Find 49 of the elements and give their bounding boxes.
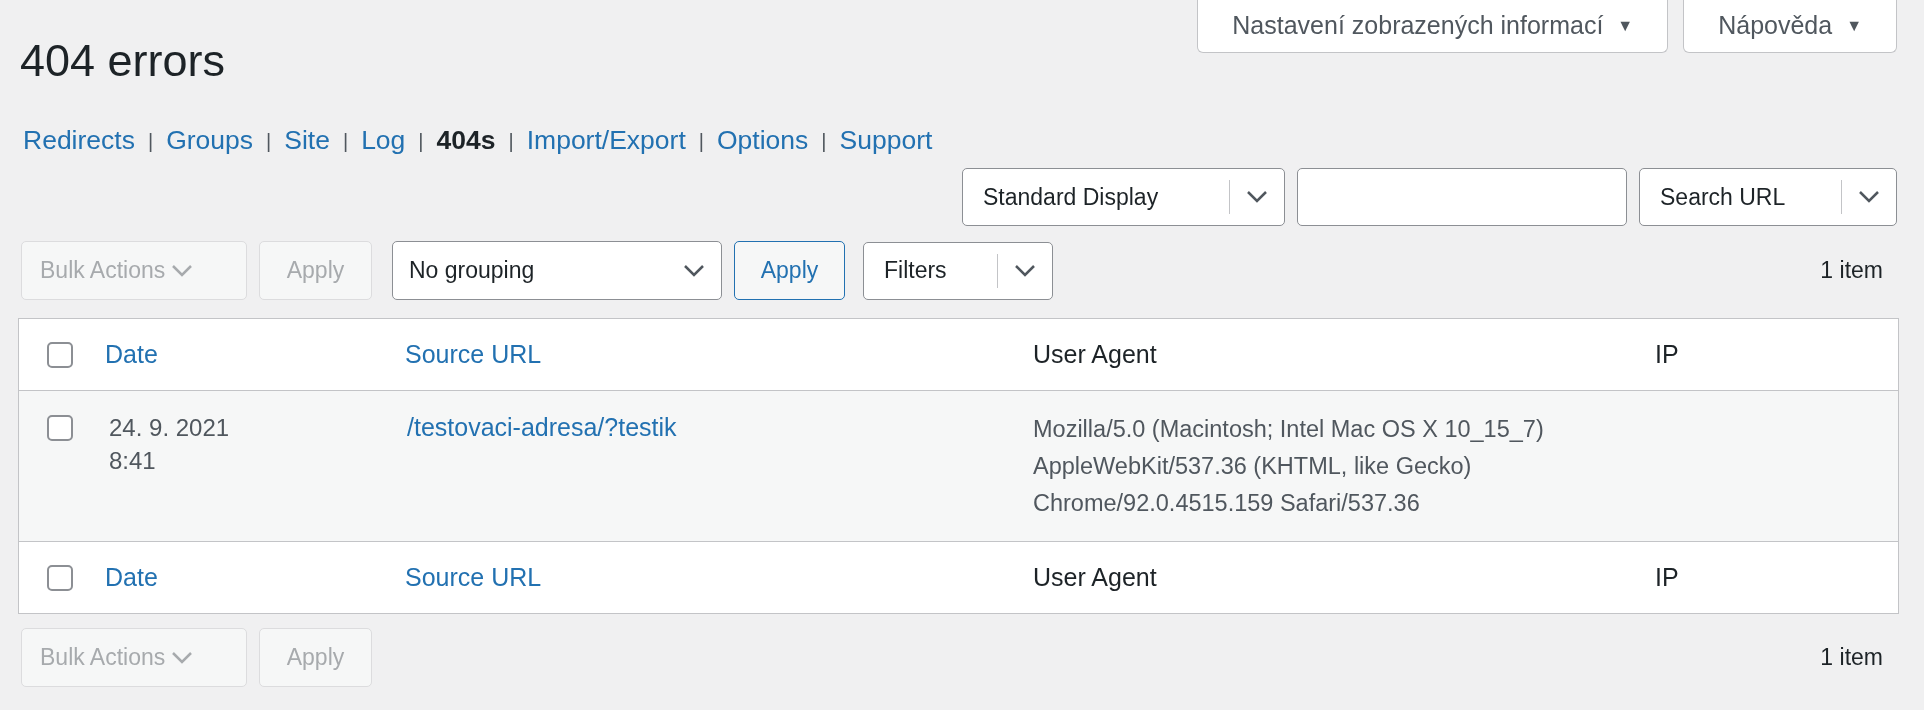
display-select[interactable]: Standard Display <box>962 168 1285 226</box>
nav-link[interactable]: Log <box>361 121 406 161</box>
nav-link[interactable]: Groups <box>166 121 254 161</box>
column-sort-link[interactable]: Source URL <box>405 562 542 591</box>
column-sort-link[interactable]: Date <box>105 562 158 591</box>
nav-link[interactable]: Import/Export <box>526 121 686 161</box>
column-sort-link[interactable]: Source URL <box>405 339 542 368</box>
nav-link[interactable]: Options <box>716 121 809 161</box>
column-header: IP <box>1655 339 1679 368</box>
chevron-down-icon <box>1858 190 1880 204</box>
separator: | <box>697 129 705 154</box>
user-agent-text: AppleWebKit/537.36 (KHTML, like Gecko) <box>1033 452 1473 481</box>
nav-link[interactable]: 404s <box>436 121 496 161</box>
checkbox[interactable] <box>47 341 73 368</box>
nav-link[interactable]: Site <box>284 121 330 161</box>
separator: | <box>146 129 155 154</box>
url-link[interactable]: /testovaci-adresa/?testik <box>407 413 677 441</box>
column-header: User Agent <box>1033 562 1157 591</box>
filters-select[interactable]: Filters <box>863 241 1053 300</box>
checkbox[interactable] <box>47 564 73 591</box>
apply-button[interactable]: Apply <box>734 241 845 300</box>
date-cell-text: 8:41 <box>109 446 157 476</box>
user-agent-text: Mozilla/5.0 (Macintosh; Intel Mac OS X 10_15_7) <box>1033 415 1545 444</box>
separator: | <box>341 129 350 154</box>
chevron-down-icon <box>171 650 194 665</box>
date-cell-text: 24. 9. 2021 <box>109 413 231 443</box>
separator: | <box>507 129 515 154</box>
nav-link[interactable]: Support <box>839 121 933 161</box>
page-title: 404 errors <box>20 36 226 86</box>
chevron-down-icon <box>171 263 194 278</box>
column-header: IP <box>1655 562 1679 591</box>
chevron-down-icon <box>683 263 705 278</box>
chevron-down-icon <box>1014 263 1036 278</box>
separator: | <box>417 129 425 154</box>
item-count: 1 item <box>1820 643 1883 673</box>
separator: | <box>265 129 273 154</box>
separator: | <box>820 129 828 154</box>
user-agent-text: Chrome/92.0.4515.159 Safari/537.36 <box>1033 489 1421 518</box>
checkbox[interactable] <box>47 415 73 441</box>
nav-link[interactable]: Redirects <box>23 121 135 161</box>
chevron-down-icon <box>1246 190 1268 204</box>
column-sort-link[interactable]: Date <box>105 339 158 368</box>
item-count: 1 item <box>1820 256 1883 286</box>
search-type-select[interactable]: Search URL <box>1639 168 1897 226</box>
screen-options-tab[interactable]: Nápověda ▼ <box>1683 0 1897 53</box>
grouping-select[interactable]: No grouping <box>392 241 722 300</box>
column-header: User Agent <box>1033 339 1157 368</box>
search-input[interactable] <box>1297 168 1627 226</box>
screen-options-tab[interactable]: Nastavení zobrazených informací ▼ <box>1197 0 1669 53</box>
